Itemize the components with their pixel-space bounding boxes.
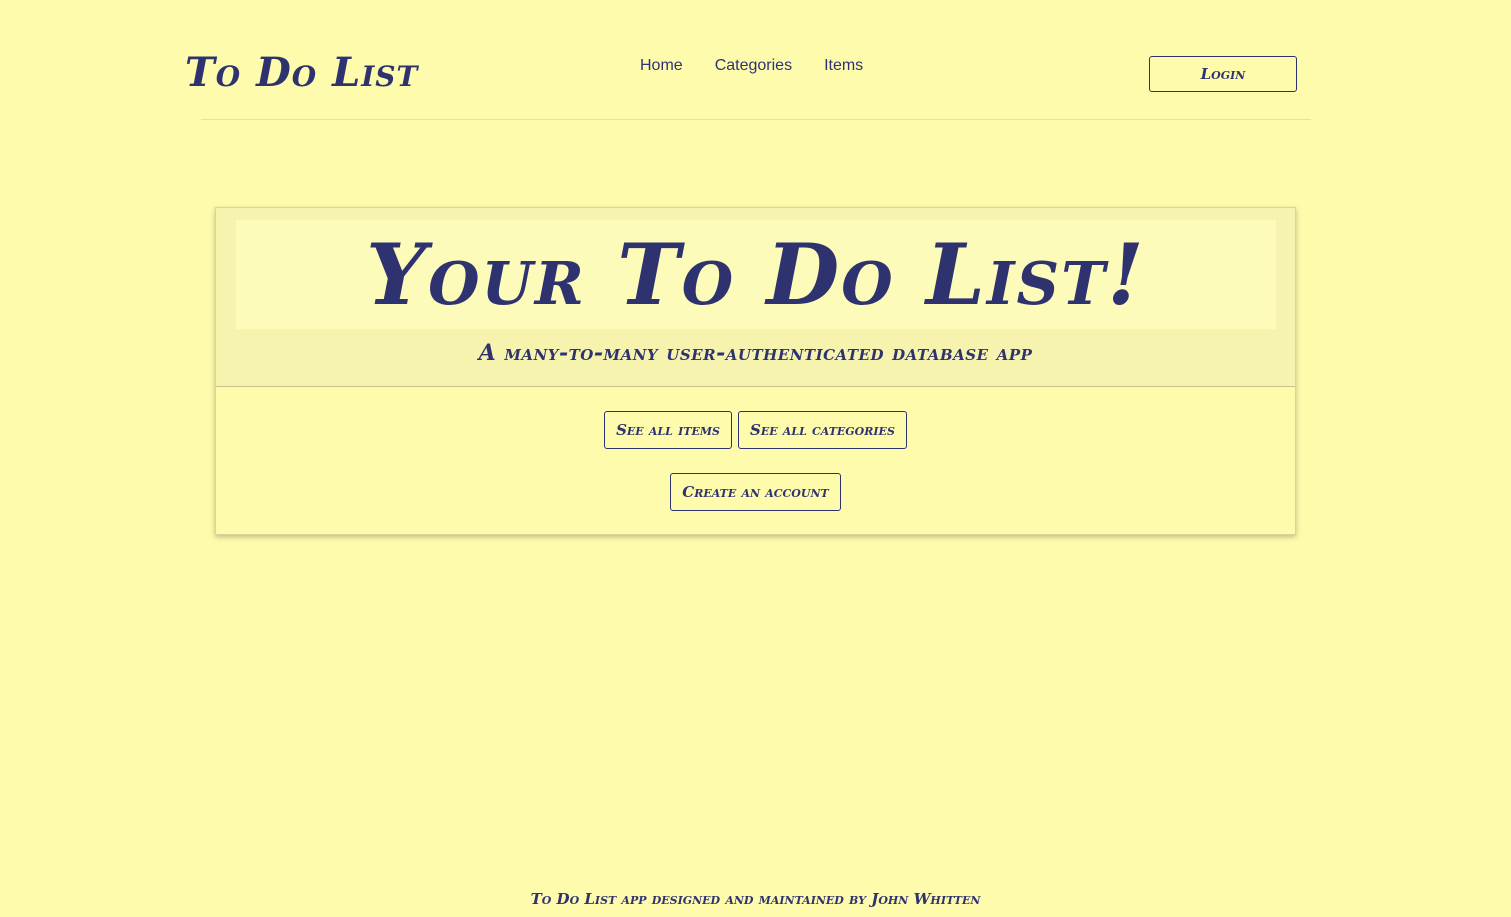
browse-actions: See all items See all categories [216,411,1295,449]
see-all-categories-button[interactable]: See all categories [737,411,907,449]
nav-link-categories[interactable]: Categories [715,57,792,75]
header-divider [201,119,1311,120]
page-title: Your To Do List! [366,224,1146,324]
hero-title-panel: Your To Do List! [236,220,1276,329]
main-nav: Home Categories Items [640,57,863,75]
see-all-items-button[interactable]: See all items [604,411,732,449]
page-subtitle: A many-to-many user-authenticated databa… [478,340,1033,366]
nav-link-items[interactable]: Items [824,57,863,75]
nav-link-home[interactable]: Home [640,57,683,75]
hero-card-header: Your To Do List! A many-to-many user-aut… [216,208,1295,387]
login-button[interactable]: Login [1149,56,1297,92]
site-brand[interactable]: To Do List [185,48,418,98]
hero-card: Your To Do List! A many-to-many user-aut… [215,207,1296,535]
create-account-button[interactable]: Create an account [670,473,841,511]
page-footer: To Do List app designed and maintained b… [530,890,981,908]
account-actions: Create an account [216,473,1295,511]
